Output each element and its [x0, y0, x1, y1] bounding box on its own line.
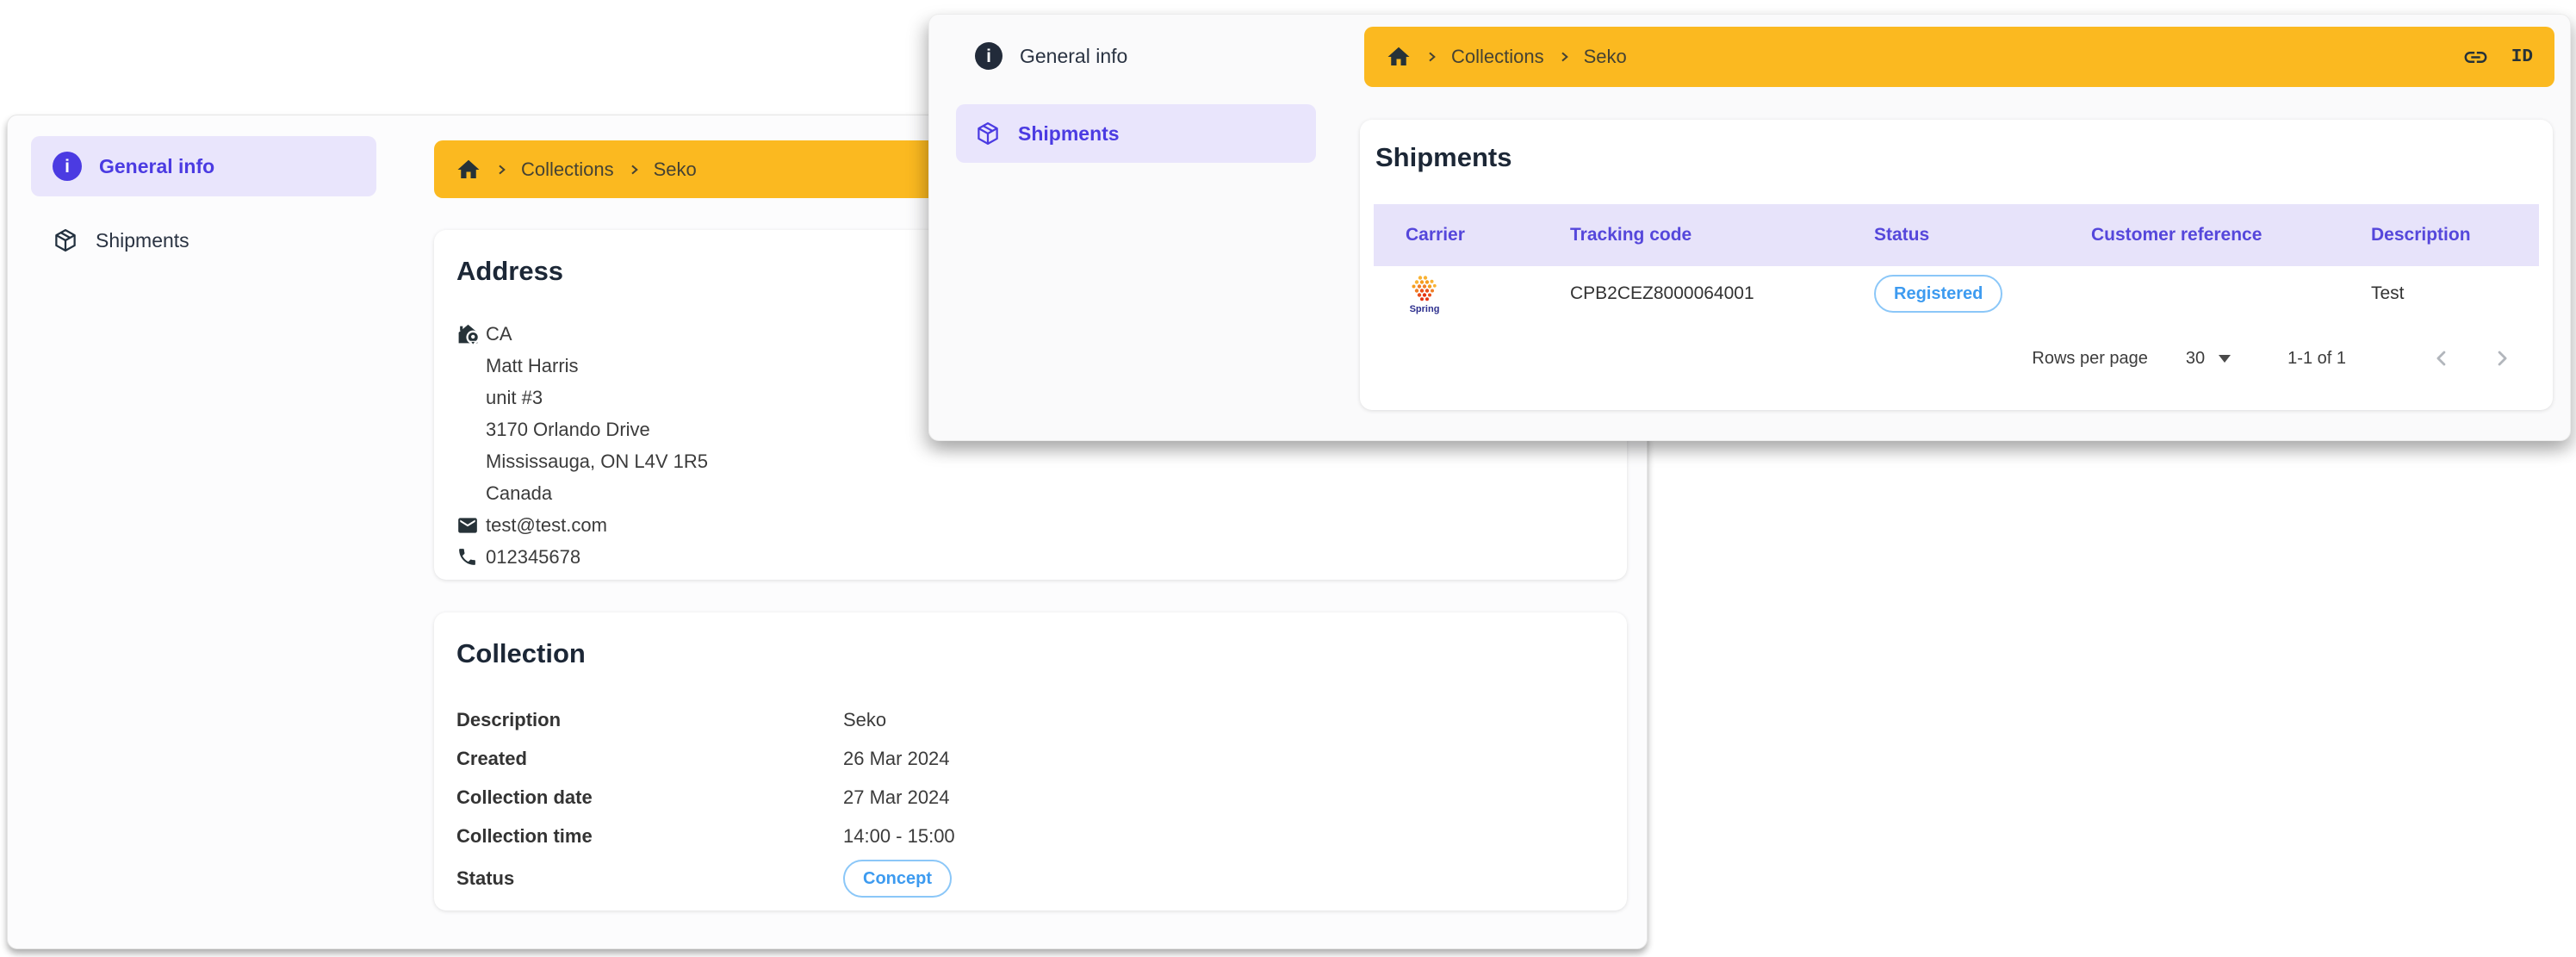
status-cell: Registered	[1874, 275, 2091, 313]
collection-card: Collection Description Seko Created 26 M…	[434, 612, 1627, 910]
sidebar-item-label: Shipments	[1018, 122, 1120, 146]
sidebar-item-shipments[interactable]: Shipments	[31, 210, 376, 270]
carrier-name: Spring	[1410, 304, 1440, 314]
sidebar-item-label: Shipments	[96, 229, 189, 252]
sidebar-item-general-info[interactable]: General info	[31, 136, 376, 196]
column-header-customer-reference: Customer reference	[2091, 225, 2371, 245]
phone-icon	[456, 546, 486, 568]
address-phone: 012345678	[486, 546, 580, 569]
shipment-status-badge: Registered	[1874, 275, 2002, 313]
shipments-card: Shipments Carrier Tracking code Status C…	[1360, 120, 2553, 410]
status-label: Status	[456, 867, 843, 890]
house-pin-icon	[456, 322, 486, 345]
breadcrumb: Collections Seko ID	[1364, 27, 2554, 87]
chevron-left-icon	[2430, 346, 2454, 370]
address-line: Mississauga, ON L4V 1R5	[456, 445, 1627, 477]
sidebar-item-general-info[interactable]: General info	[956, 26, 1316, 86]
info-icon	[53, 152, 82, 181]
detail-value: 27 Mar 2024	[843, 786, 950, 809]
address-phone-row: 012345678	[456, 541, 1627, 573]
page-range-label: 1-1 of 1	[2287, 349, 2346, 369]
detail-label: Description	[456, 709, 843, 731]
table-pagination: Rows per page 30 1-1 of 1	[2032, 339, 2515, 377]
app-canvas: General info Shipments Collections Seko …	[0, 0, 2576, 957]
detail-label: Created	[456, 748, 843, 770]
rows-per-page-value: 30	[2186, 349, 2205, 369]
breadcrumb-collections[interactable]: Collections	[1451, 46, 1544, 68]
chevron-right-icon	[2490, 346, 2514, 370]
address-country: Canada	[486, 482, 552, 505]
rows-per-page-label: Rows per page	[2032, 349, 2148, 369]
id-icon[interactable]: ID	[2511, 47, 2533, 67]
sidebar-item-label: General info	[1020, 45, 1127, 68]
shipments-window: General info Shipments Collections Seko …	[928, 14, 2571, 441]
table-header-row: Carrier Tracking code Status Customer re…	[1374, 204, 2539, 266]
status-row: Status Concept	[456, 855, 1627, 902]
chevron-right-icon	[1557, 50, 1571, 64]
caret-down-icon	[2219, 355, 2231, 363]
sidebar-item-label: General info	[99, 155, 214, 178]
column-header-tracking-code: Tracking code	[1570, 225, 1874, 245]
info-icon	[975, 42, 1002, 70]
detail-row: Created 26 Mar 2024	[456, 739, 1627, 778]
breadcrumb-current: Seko	[654, 158, 697, 181]
table-row[interactable]: Spring CPB2CEZ8000064001 Registered Test	[1374, 266, 2539, 321]
detail-label: Collection date	[456, 786, 843, 809]
detail-row: Description Seko	[456, 700, 1627, 739]
breadcrumb-actions: ID	[2462, 44, 2533, 71]
address-street: 3170 Orlando Drive	[486, 419, 650, 441]
address-country-code: CA	[486, 323, 512, 345]
spring-logo: Spring	[1406, 274, 1443, 314]
carrier-cell: Spring	[1406, 274, 1570, 314]
detail-value: 14:00 - 15:00	[843, 825, 955, 848]
detail-row: Collection time 14:00 - 15:00	[456, 817, 1627, 855]
address-unit: unit #3	[486, 387, 543, 409]
description-cell: Test	[2371, 283, 2539, 304]
mail-icon	[456, 514, 486, 537]
detail-label: Collection time	[456, 825, 843, 848]
address-email: test@test.com	[486, 514, 607, 537]
column-header-carrier: Carrier	[1406, 225, 1570, 245]
home-icon[interactable]	[1386, 44, 1412, 70]
rows-per-page-select[interactable]: 30	[2186, 349, 2231, 369]
previous-page-button[interactable]	[2429, 345, 2455, 371]
home-icon[interactable]	[456, 157, 481, 183]
collection-details: Description Seko Created 26 Mar 2024 Col…	[456, 700, 1627, 902]
detail-row: Collection date 27 Mar 2024	[456, 778, 1627, 817]
sidebar-item-shipments[interactable]: Shipments	[956, 104, 1316, 163]
address-line: Canada	[456, 477, 1627, 509]
chevron-right-icon	[627, 163, 641, 177]
status-badge: Concept	[843, 860, 952, 898]
address-name: Matt Harris	[486, 355, 579, 377]
link-icon[interactable]	[2462, 44, 2489, 71]
address-email-row: test@test.com	[456, 509, 1627, 541]
shipments-card-title: Shipments	[1375, 142, 2553, 173]
detail-value: 26 Mar 2024	[843, 748, 950, 770]
package-icon	[53, 227, 78, 253]
column-header-status: Status	[1874, 225, 2091, 245]
package-icon	[975, 121, 1001, 146]
chevron-right-icon	[1425, 50, 1438, 64]
collection-card-title: Collection	[456, 638, 1627, 669]
tracking-code-cell: CPB2CEZ8000064001	[1570, 283, 1874, 304]
breadcrumb-collections[interactable]: Collections	[521, 158, 614, 181]
address-city: Mississauga, ON L4V 1R5	[486, 451, 708, 473]
next-page-button[interactable]	[2489, 345, 2515, 371]
detail-value: Seko	[843, 709, 886, 731]
chevron-right-icon	[494, 163, 508, 177]
column-header-description: Description	[2371, 225, 2539, 245]
breadcrumb-current: Seko	[1584, 46, 1627, 68]
